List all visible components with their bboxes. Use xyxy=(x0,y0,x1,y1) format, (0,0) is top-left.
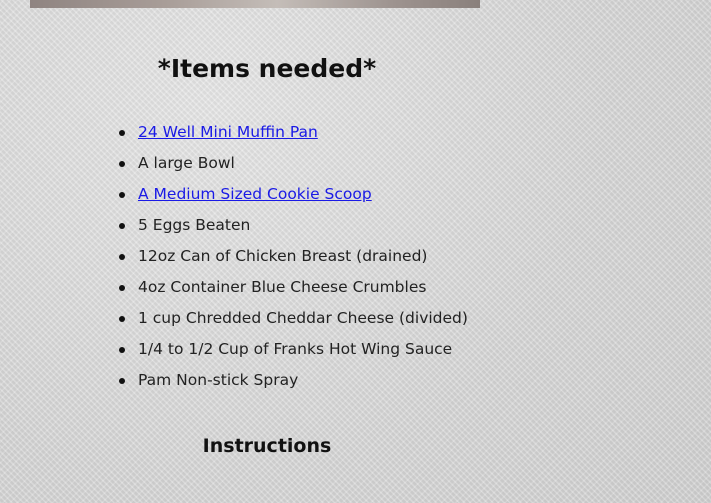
list-item-label: 12oz Can of Chicken Breast (drained) xyxy=(138,247,428,265)
list-item: 24 Well Mini Muffin Pan xyxy=(119,117,468,148)
list-item-label: A large Bowl xyxy=(138,154,235,172)
bullet-icon xyxy=(119,161,125,167)
bullet-icon xyxy=(119,192,125,198)
list-item: Pam Non-stick Spray xyxy=(119,365,468,396)
items-needed-heading: *Items needed* xyxy=(157,54,377,83)
list-item-label: 1 cup Chredded Cheddar Cheese (divided) xyxy=(138,309,468,327)
list-item-label: 5 Eggs Beaten xyxy=(138,216,251,234)
items-needed-list: 24 Well Mini Muffin Pan A large Bowl A M… xyxy=(119,117,468,396)
list-item: 4oz Container Blue Cheese Crumbles xyxy=(119,272,468,303)
bullet-icon xyxy=(119,316,125,322)
bullet-icon xyxy=(119,378,125,384)
muffin-pan-link[interactable]: 24 Well Mini Muffin Pan xyxy=(138,123,318,141)
list-item: 5 Eggs Beaten xyxy=(119,210,468,241)
bullet-icon xyxy=(119,130,125,136)
list-item-label: 1/4 to 1/2 Cup of Franks Hot Wing Sauce xyxy=(138,340,453,358)
bullet-icon xyxy=(119,347,125,353)
list-item: 1 cup Chredded Cheddar Cheese (divided) xyxy=(119,303,468,334)
list-item: A large Bowl xyxy=(119,148,468,179)
list-item: 1/4 to 1/2 Cup of Franks Hot Wing Sauce xyxy=(119,334,468,365)
list-item-label: 4oz Container Blue Cheese Crumbles xyxy=(138,278,427,296)
list-item: 12oz Can of Chicken Breast (drained) xyxy=(119,241,468,272)
cookie-scoop-link[interactable]: A Medium Sized Cookie Scoop xyxy=(138,185,372,203)
bullet-icon xyxy=(119,254,125,260)
instructions-heading: Instructions xyxy=(202,435,332,457)
bullet-icon xyxy=(119,285,125,291)
recipe-photo-bottom-edge xyxy=(30,0,480,8)
list-item: A Medium Sized Cookie Scoop xyxy=(119,179,468,210)
bullet-icon xyxy=(119,223,125,229)
list-item-label: Pam Non-stick Spray xyxy=(138,371,299,389)
